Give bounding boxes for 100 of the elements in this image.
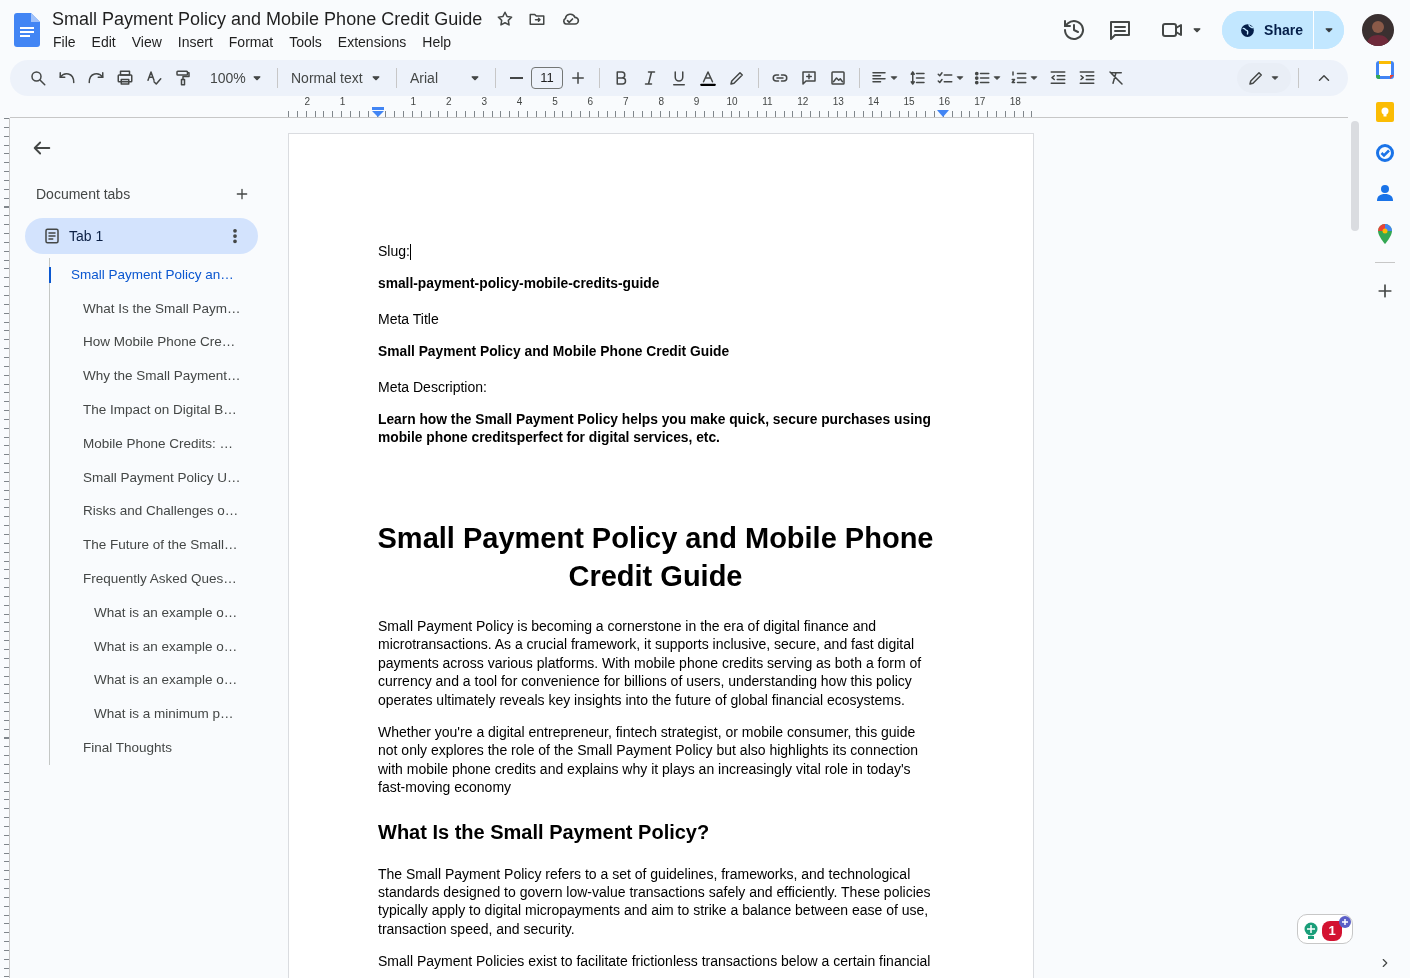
ruler-number: 5	[551, 96, 559, 108]
print-icon	[116, 69, 134, 87]
document-title[interactable]: Small Payment Policy and Mobile Phone Credit Guide	[52, 6, 483, 31]
document-heading: Small Payment Policy and Mobile Phone Credit Guide	[376, 521, 935, 594]
paragraph: The Small Payment Policy refers to a set of guidelines, frameworks, and technological standards designed to govern low-value transactions safely and efficiently. These policies typically apply to digital micropayments and aim to strike a balance between ease of use, transaction speed, and security.	[378, 864, 932, 939]
paragraph: Small Payment Policy is becoming a cornerstone in the era of digital finance and microtransactions. As a crucial framework, it supports inclusive, secure, and fast digital payments across various platforms. With mobile phone credits serving as both a form of currency and a tool for convenience for billions of users, understanding how this policy operates ultimately reveals key insights into the future of global financial ecosystems.	[378, 617, 923, 710]
calendar-icon[interactable]	[1375, 60, 1395, 80]
ruler-number: 3	[480, 96, 488, 108]
zoom-dropdown[interactable]: 100%	[204, 64, 270, 92]
outline-item[interactable]: The Future of the Small…	[50, 528, 258, 563]
document-icon	[43, 227, 61, 245]
clear-formatting-icon	[1107, 69, 1125, 87]
tab-label: Tab 1	[69, 226, 105, 246]
ruler-number: 16	[937, 96, 951, 108]
outline-item[interactable]: Frequently Asked Ques…	[50, 562, 258, 596]
outline-item[interactable]: Final Thoughts	[50, 731, 258, 765]
assistant-badge[interactable]: 1	[1297, 914, 1353, 944]
editing-mode-button[interactable]	[1237, 63, 1291, 93]
outline-item[interactable]: What Is the Small Paym…	[50, 291, 258, 326]
docs-logo-icon[interactable]	[14, 13, 40, 47]
bold-text: Small Payment Policy and Mobile Phone Credit Guide	[378, 343, 731, 361]
comments-icon[interactable]	[1108, 18, 1133, 42]
highlight-icon	[728, 69, 746, 87]
decrease-indent-icon	[1049, 69, 1067, 87]
minus-icon	[510, 77, 523, 79]
increase-size-icon	[569, 69, 587, 87]
menu-item[interactable]: Format	[221, 30, 281, 54]
globe-icon	[1239, 21, 1257, 39]
bulleted-list-icon	[973, 69, 991, 87]
outline-item[interactable]: What is an example o…	[50, 595, 258, 630]
menu-item[interactable]: Help	[415, 30, 459, 54]
body-text: Meta Title	[378, 310, 440, 329]
ruler-number: 13	[831, 96, 845, 108]
document-tab[interactable]: Tab 1	[25, 218, 258, 254]
ruler-number: 8	[657, 96, 665, 108]
tasks-icon[interactable]	[1376, 144, 1394, 162]
ruler-number: 2	[303, 96, 311, 108]
sidebar-heading: Document tabs	[36, 184, 131, 204]
ruler-number: 14	[867, 96, 881, 108]
lightbulb-icon	[1304, 922, 1318, 940]
ruler-number: 9	[692, 96, 701, 108]
insert-image-icon	[829, 69, 847, 87]
outline-item[interactable]: How Mobile Phone Cre…	[50, 325, 258, 360]
add-comment-icon	[800, 69, 818, 87]
ruler-number: 4	[515, 96, 524, 108]
paint-format-icon	[174, 69, 192, 87]
map-pin-icon[interactable]	[1378, 224, 1392, 244]
outline-item[interactable]: What is an example o…	[50, 629, 258, 664]
menu-item[interactable]: File	[46, 30, 83, 54]
right-indent-marker[interactable]	[937, 110, 949, 117]
outline-item[interactable]: Mobile Phone Credits: …	[50, 427, 258, 461]
ruler-number: 12	[796, 96, 810, 108]
style-dropdown[interactable]: Normal text	[285, 64, 389, 92]
outline-item[interactable]: What is an example o…	[50, 663, 258, 698]
ruler-number: 6	[586, 96, 595, 108]
font-size-field[interactable]: 11	[531, 67, 563, 89]
menu-item[interactable]: Edit	[84, 30, 123, 54]
increase-indent-icon	[1078, 69, 1096, 87]
spellcheck-icon	[145, 69, 163, 87]
body-text: Meta Description:	[378, 378, 488, 397]
version-history-icon[interactable]	[1062, 18, 1087, 42]
line-spacing-icon	[909, 69, 927, 87]
contacts-icon[interactable]	[1377, 184, 1393, 202]
paragraph: Small Payment Policies exist to facilitate frictionless transactions below a certain financial	[378, 952, 932, 971]
notification-count: 1	[1322, 921, 1342, 941]
menu-item[interactable]: Tools	[282, 30, 329, 54]
menu-item[interactable]: View	[124, 30, 169, 54]
document-page[interactable]	[288, 133, 1034, 978]
plus-badge-icon	[1339, 916, 1351, 928]
ruler-number: 7	[622, 96, 630, 108]
ruler-number: 1	[338, 96, 347, 108]
menu-item[interactable]: Extensions	[330, 30, 414, 54]
add-tab-button[interactable]	[234, 186, 250, 202]
indent-marker[interactable]	[372, 107, 384, 117]
outline-item[interactable]: Small Payment Policy U…	[50, 460, 258, 495]
ruler-number: 17	[973, 96, 987, 108]
ruler-number: 15	[902, 96, 916, 108]
outline-item[interactable]: What is a minimum p…	[50, 697, 258, 732]
section-heading: What Is the Small Payment Policy?	[378, 819, 711, 845]
outline-item[interactable]: Why the Small Payment…	[50, 359, 258, 394]
search-icon	[29, 69, 47, 87]
avatar-icon[interactable]	[1362, 14, 1394, 46]
ruler-number: 2	[445, 96, 453, 108]
pencil-icon	[1247, 69, 1265, 87]
bold-text: small-payment-policy-mobile-credits-guide	[378, 275, 661, 293]
outline-item[interactable]: Small Payment Policy an…	[50, 258, 258, 292]
scrollbar-thumb[interactable]	[1351, 121, 1359, 231]
body-text: Slug:	[378, 242, 412, 261]
star-icon[interactable]	[496, 9, 515, 28]
font-dropdown[interactable]: Arial	[404, 64, 488, 92]
ruler-number: 10	[725, 96, 739, 108]
outline-item[interactable]: Risks and Challenges o…	[50, 494, 258, 529]
menu-item[interactable]: Insert	[170, 30, 220, 54]
ruler-number: 18	[1008, 96, 1022, 108]
bold-text: Learn how the Small Payment Policy helps you make quick, secure purchases using mobile phone creditsperfect for digital services, etc.	[378, 411, 932, 447]
text-color-icon	[699, 69, 717, 87]
ruler-number: 1	[409, 96, 418, 108]
ruler-number: 11	[761, 96, 774, 108]
outline-item[interactable]: The Impact on Digital B…	[50, 393, 258, 427]
underline-icon	[670, 69, 688, 87]
